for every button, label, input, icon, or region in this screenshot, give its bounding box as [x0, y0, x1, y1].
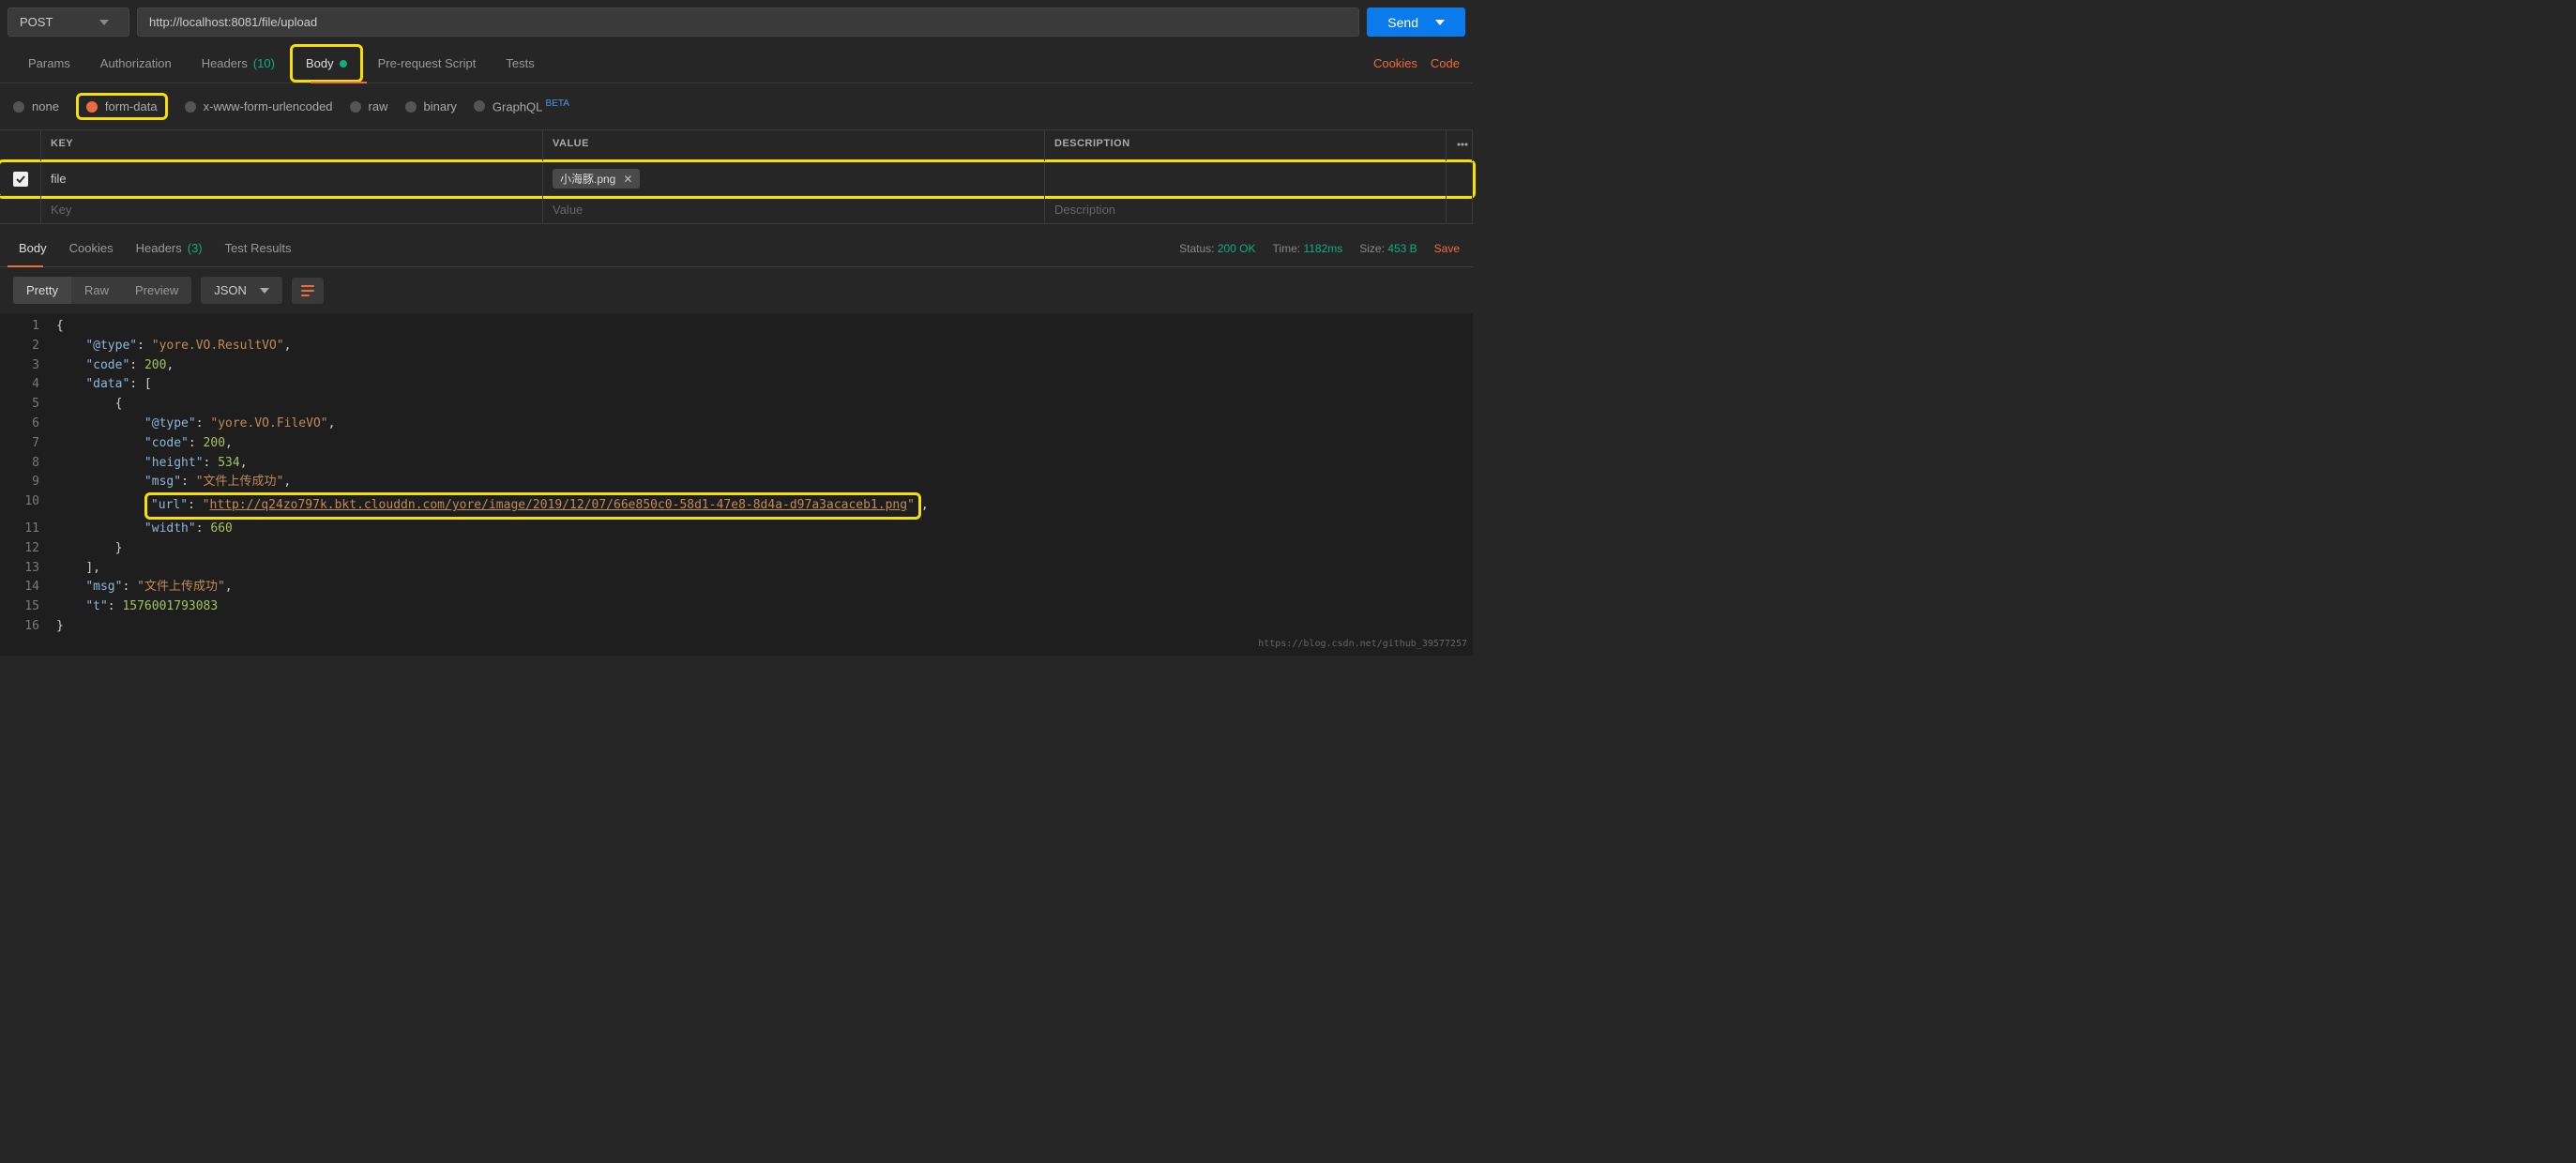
- tab-params[interactable]: Params: [13, 44, 85, 83]
- table-row: file 小海豚.png ✕: [0, 162, 1473, 196]
- body-type-formdata[interactable]: form-data: [76, 93, 168, 120]
- resp-tab-cookies[interactable]: Cookies: [58, 230, 125, 266]
- col-value: VALUE: [543, 130, 1045, 161]
- size-value: 453 B: [1387, 242, 1417, 255]
- wrap-icon: [299, 282, 316, 299]
- tab-authorization[interactable]: Authorization: [85, 44, 187, 83]
- view-preview[interactable]: Preview: [122, 277, 191, 304]
- tab-headers[interactable]: Headers (10): [187, 44, 290, 83]
- send-button[interactable]: Send: [1367, 8, 1465, 37]
- wrap-lines-button[interactable]: [292, 278, 324, 304]
- view-raw[interactable]: Raw: [71, 277, 122, 304]
- radio-icon: [405, 101, 417, 113]
- resp-tab-headers[interactable]: Headers (3): [125, 230, 214, 266]
- more-icon: [1456, 138, 1469, 151]
- time-value: 1182ms: [1303, 242, 1342, 255]
- http-method-select[interactable]: POST: [8, 8, 129, 37]
- key-placeholder[interactable]: Key: [41, 196, 543, 223]
- view-pretty[interactable]: Pretty: [13, 277, 71, 304]
- value-cell[interactable]: 小海豚.png ✕: [543, 162, 1045, 195]
- cookies-link[interactable]: Cookies: [1373, 56, 1417, 70]
- url-input[interactable]: [137, 8, 1359, 37]
- key-cell[interactable]: file: [41, 162, 543, 195]
- col-desc: DESCRIPTION: [1045, 130, 1447, 161]
- formdata-table: KEY VALUE DESCRIPTION file 小海豚.png ✕: [0, 129, 1473, 224]
- tab-prerequest[interactable]: Pre-request Script: [363, 44, 492, 83]
- chevron-down-icon: [99, 20, 109, 25]
- radio-icon: [13, 101, 24, 113]
- tab-tests[interactable]: Tests: [491, 44, 549, 83]
- tab-body[interactable]: Body: [290, 44, 363, 83]
- chevron-down-icon: [1435, 20, 1445, 25]
- body-type-row: none form-data x-www-form-urlencoded raw…: [0, 83, 1473, 129]
- view-mode-group: Pretty Raw Preview: [13, 277, 191, 304]
- format-select[interactable]: JSON: [201, 277, 282, 304]
- watermark: https://blog.csdn.net/github_39577257: [1258, 637, 1467, 652]
- body-type-binary[interactable]: binary: [405, 99, 457, 113]
- file-chip: 小海豚.png ✕: [553, 169, 640, 189]
- col-key: KEY: [41, 130, 543, 161]
- http-method-value: POST: [20, 15, 53, 29]
- headers-count: (10): [253, 56, 275, 70]
- check-icon: [15, 174, 26, 185]
- radio-icon: [474, 100, 485, 112]
- resp-tab-underline: [8, 265, 43, 267]
- body-type-graphql[interactable]: GraphQL BETA: [474, 98, 569, 113]
- send-button-label: Send: [1387, 15, 1418, 30]
- response-body[interactable]: 1{ 2 "@type": "yore.VO.ResultVO", 3 "cod…: [0, 313, 1473, 656]
- save-response-button[interactable]: Save: [1434, 242, 1465, 255]
- code-link[interactable]: Code: [1431, 56, 1460, 70]
- response-toolbar: Pretty Raw Preview JSON: [0, 267, 1473, 313]
- desc-cell[interactable]: [1045, 162, 1447, 195]
- body-type-urlencoded[interactable]: x-www-form-urlencoded: [185, 99, 333, 113]
- body-active-dot-icon: [340, 60, 347, 68]
- status-value: 200 OK: [1218, 242, 1256, 255]
- resp-headers-count: (3): [188, 241, 203, 255]
- remove-file-button[interactable]: ✕: [623, 173, 632, 186]
- request-tabs: Params Authorization Headers (10) Body P…: [0, 44, 1473, 83]
- response-tabs: Body Cookies Headers (3) Test Results St…: [0, 230, 1473, 267]
- resp-tab-body[interactable]: Body: [8, 230, 58, 266]
- beta-badge: BETA: [546, 98, 569, 109]
- body-type-raw[interactable]: raw: [350, 99, 388, 113]
- body-type-none[interactable]: none: [13, 99, 59, 113]
- file-chip-name: 小海豚.png: [560, 171, 615, 187]
- table-row-new[interactable]: Key Value Description: [0, 196, 1473, 224]
- chevron-down-icon: [260, 288, 269, 294]
- radio-icon: [350, 101, 361, 113]
- tab-underline: [311, 82, 367, 83]
- radio-icon: [86, 101, 98, 113]
- resp-tab-testresults[interactable]: Test Results: [214, 230, 303, 266]
- bulk-edit-button[interactable]: [1447, 130, 1473, 161]
- radio-icon: [185, 101, 196, 113]
- desc-placeholder[interactable]: Description: [1045, 196, 1447, 223]
- value-placeholder[interactable]: Value: [543, 196, 1045, 223]
- row-checkbox[interactable]: [13, 172, 28, 187]
